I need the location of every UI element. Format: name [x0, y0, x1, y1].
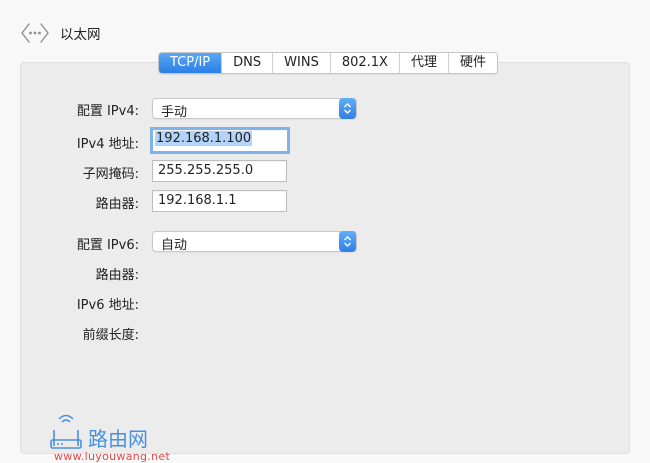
- tab-8021x[interactable]: 802.1X: [329, 53, 399, 73]
- ipv6-address-label: IPv6 地址:: [76, 298, 139, 313]
- watermark-url: www.luyouwang.net: [54, 450, 171, 463]
- ipv6-router-label: 路由器:: [95, 268, 139, 283]
- subnet-mask-label: 子网掩码:: [82, 167, 139, 182]
- tab-dns[interactable]: DNS: [221, 53, 272, 73]
- settings-panel: [20, 62, 630, 454]
- ipv4-address-field[interactable]: 192.168.1.100: [150, 127, 290, 154]
- ipv4-address-label: IPv4 地址:: [76, 137, 139, 152]
- window-header: 以太网: [20, 18, 101, 48]
- subnet-mask-field[interactable]: 255.255.255.0: [152, 160, 287, 182]
- configure-ipv4-select[interactable]: 手动: [152, 98, 357, 120]
- prefix-length-label: 前缀长度:: [82, 328, 139, 343]
- network-back-icon[interactable]: [20, 20, 50, 46]
- configure-ipv6-label: 配置 IPv6:: [76, 238, 139, 253]
- window-title: 以太网: [60, 27, 101, 43]
- tab-proxy[interactable]: 代理: [398, 53, 448, 73]
- configure-ipv4-label: 配置 IPv4:: [76, 104, 139, 119]
- router-logo-icon: 路由网: [50, 414, 148, 451]
- updown-chevron-icon: [339, 98, 356, 119]
- watermark-brand: 路由网: [88, 427, 148, 451]
- updown-chevron-icon: [339, 231, 356, 252]
- tab-hardware[interactable]: 硬件: [447, 53, 497, 73]
- configure-ipv6-select[interactable]: 自动: [152, 231, 357, 253]
- tab-tcpip[interactable]: TCP/IP: [159, 53, 222, 73]
- configure-ipv6-value: 自动: [161, 238, 188, 253]
- router-label: 路由器:: [95, 197, 139, 212]
- ipv4-address-value: 192.168.1.100: [155, 131, 253, 146]
- tab-wins[interactable]: WINS: [272, 53, 330, 73]
- configure-ipv4-value: 手动: [161, 105, 188, 120]
- tab-bar: TCP/IP DNS WINS 802.1X 代理 硬件: [158, 52, 498, 74]
- router-field[interactable]: 192.168.1.1: [152, 190, 287, 212]
- watermark: 路由网 www.luyouwang.net: [48, 412, 188, 463]
